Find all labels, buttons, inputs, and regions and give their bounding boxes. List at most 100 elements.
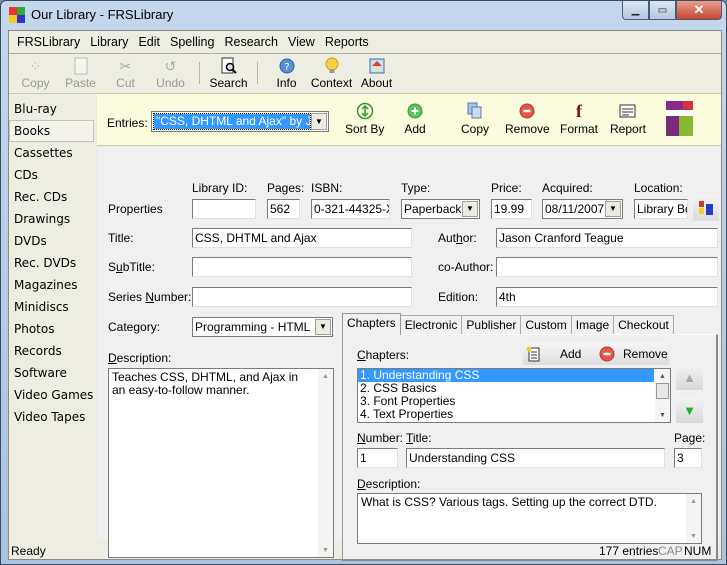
menu-frslibrary[interactable]: FRSLibrary (12, 35, 85, 49)
format-button[interactable]: f Format (560, 101, 598, 137)
author-input[interactable]: Jason Cranford Teague (496, 228, 718, 248)
sidebar-item-cds[interactable]: CDs (9, 164, 95, 186)
series-number-label: Series Number: (108, 290, 192, 304)
entries-dropdown[interactable]: "CSS, DHTML and Ajax" by Jaso ▼ (151, 111, 329, 132)
chapter-item[interactable]: 4. Text Properties (358, 408, 670, 421)
undo-label: Undo (156, 76, 185, 90)
chevron-down-icon[interactable]: ▼ (605, 201, 621, 217)
pages-input[interactable]: 562 (267, 199, 300, 219)
menu-view[interactable]: View (283, 35, 320, 49)
sidebar-item-drawings[interactable]: Drawings (9, 208, 95, 230)
sidebar-item-blu-ray[interactable]: Blu-ray (9, 98, 95, 120)
location-label: Location: (634, 181, 683, 195)
edition-input[interactable]: 4th (496, 287, 718, 307)
copy-icon (464, 101, 486, 121)
menu-spelling[interactable]: Spelling (165, 35, 219, 49)
cut-label: Cut (116, 76, 135, 90)
tab-publisher[interactable]: Publisher (461, 315, 522, 335)
scroll-thumb[interactable] (656, 383, 669, 399)
sidebar-item-dvds[interactable]: DVDs (9, 230, 95, 252)
title-input[interactable]: CSS, DHTML and Ajax (192, 228, 412, 248)
chapter-title-input[interactable]: Understanding CSS (406, 448, 665, 468)
close-button[interactable]: ✕ (676, 1, 722, 20)
add-chapter-button[interactable]: Add (523, 346, 589, 362)
chapter-description-text: What is CSS? Various tags. Setting up th… (361, 495, 657, 509)
sidebar-item-records[interactable]: Records (9, 340, 95, 362)
copy-entry-button[interactable]: Copy (461, 101, 489, 136)
tab-image[interactable]: Image (570, 315, 615, 335)
sidebar-item-photos[interactable]: Photos (9, 318, 95, 340)
sidebar-item-rec-dvds[interactable]: Rec. DVDs (9, 252, 95, 274)
tab-chapters[interactable]: Chapters (342, 313, 401, 335)
remove-icon (599, 346, 615, 362)
description-scrollbar[interactable]: ▲ ▼ (318, 369, 333, 557)
chapters-scrollbar[interactable]: ▲ ▼ (655, 369, 670, 422)
sidebar-item-video-games[interactable]: Video Games (9, 384, 95, 406)
add-entry-button[interactable]: Add (404, 101, 426, 136)
menu-edit[interactable]: Edit (133, 35, 165, 49)
isbn-input[interactable]: 0-321-44325-X (311, 199, 390, 219)
menu-reports[interactable]: Reports (320, 35, 374, 49)
acquired-date-picker[interactable]: 08/11/2007 ▼ (542, 199, 623, 219)
menu-library[interactable]: Library (85, 35, 133, 49)
chapters-list[interactable]: 1. Understanding CSS 2. CSS Basics 3. Fo… (357, 368, 671, 423)
sidebar-item-minidiscs[interactable]: Minidiscs (9, 296, 95, 318)
sidebar-item-cassettes[interactable]: Cassettes (9, 142, 95, 164)
series-number-input[interactable] (192, 287, 412, 307)
move-up-button[interactable]: ▲ (676, 364, 703, 390)
chevron-down-icon[interactable]: ▼ (311, 113, 327, 130)
report-button[interactable]: Report (610, 101, 646, 136)
remove-entry-button[interactable]: Remove (505, 101, 550, 136)
status-bar: Ready 177 entries CAP NUM (9, 539, 721, 559)
about-button[interactable]: About (354, 54, 399, 90)
arrow-down-icon: ▼ (683, 402, 696, 418)
sidebar-item-software[interactable]: Software (9, 362, 95, 384)
sort-by-button[interactable]: Sort By (345, 101, 384, 136)
tab-electronic[interactable]: Electronic (399, 315, 463, 335)
tab-checkout[interactable]: Checkout (613, 315, 674, 335)
chevron-down-icon[interactable]: ▼ (315, 319, 331, 335)
paste-button[interactable]: Paste (58, 54, 103, 90)
chapter-page-input[interactable]: 3 (674, 448, 702, 468)
chapter-description-textarea[interactable]: What is CSS? Various tags. Setting up th… (357, 493, 702, 544)
remove-icon (516, 101, 538, 121)
chapter-number-input[interactable]: 1 (357, 448, 398, 468)
info-icon: ? (278, 57, 296, 75)
report-icon (617, 101, 639, 121)
tab-custom[interactable]: Custom (520, 315, 572, 335)
scroll-up-icon[interactable]: ▲ (318, 369, 333, 383)
menu-bar: FRSLibrary Library Edit Spelling Researc… (9, 31, 721, 54)
scroll-down-icon[interactable]: ▼ (655, 408, 670, 422)
subtitle-input[interactable] (192, 257, 412, 277)
book-cover-thumbnail[interactable] (666, 101, 693, 136)
scroll-up-icon[interactable]: ▲ (686, 494, 701, 508)
minimize-button[interactable]: ▁ (622, 1, 649, 20)
location-lookup-button[interactable] (693, 195, 719, 221)
sidebar-item-video-tapes[interactable]: Video Tapes (9, 406, 95, 428)
num-lock-indicator: NUM (684, 544, 712, 558)
about-label: About (360, 76, 393, 90)
type-dropdown[interactable]: Paperback ▼ (401, 199, 480, 219)
undo-button[interactable]: ↺ Undo (148, 54, 193, 91)
context-button[interactable]: Context (309, 54, 354, 90)
library-id-input[interactable] (192, 199, 256, 219)
location-input[interactable]: Library Boo (634, 199, 688, 219)
scroll-up-icon[interactable]: ▲ (655, 369, 670, 383)
sidebar-item-magazines[interactable]: Magazines (9, 274, 95, 296)
copy-button[interactable]: ⁘ Copy (13, 54, 58, 91)
remove-chapter-button[interactable]: Remove (589, 346, 668, 362)
search-button[interactable]: Search (206, 54, 251, 90)
info-button[interactable]: ? Info (264, 54, 309, 90)
coauthor-input[interactable] (496, 257, 718, 277)
cut-button[interactable]: ✂ Cut (103, 54, 148, 91)
sidebar-item-rec-cds[interactable]: Rec. CDs (9, 186, 95, 208)
chapter-description-scrollbar[interactable]: ▲ ▼ (686, 494, 701, 543)
menu-research[interactable]: Research (219, 35, 283, 49)
chevron-down-icon[interactable]: ▼ (462, 201, 478, 217)
sidebar-item-books[interactable]: Books (9, 120, 94, 142)
description-textarea[interactable]: Teaches CSS, DHTML, and Ajax in an easy-… (108, 368, 334, 558)
move-down-button[interactable]: ▼ (676, 397, 703, 423)
category-dropdown[interactable]: Programming - HTML ▼ (192, 317, 333, 337)
maximize-button[interactable]: ▭ (649, 1, 676, 20)
price-input[interactable]: 19.99 (491, 199, 532, 219)
